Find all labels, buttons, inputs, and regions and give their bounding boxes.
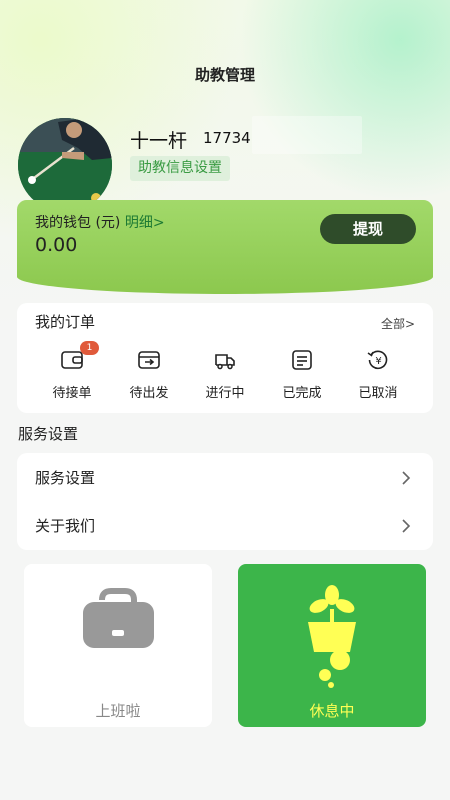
service-card: 服务设置 关于我们: [17, 453, 433, 550]
order-tab-in-progress[interactable]: 进行中: [187, 349, 263, 401]
order-label: 待接单: [52, 386, 92, 401]
truck-icon: [215, 354, 235, 370]
service-section-title: 服务设置: [18, 425, 79, 443]
user-id: 17734: [203, 129, 251, 147]
on-duty-label: 上班啦: [95, 702, 141, 720]
wallet-detail-link[interactable]: 明细>: [125, 215, 165, 231]
user-name: 十一杆: [130, 130, 188, 152]
on-duty-button[interactable]: 上班啦: [24, 564, 212, 727]
profile-info-placeholder: [252, 116, 362, 154]
page-title: 助教管理: [194, 66, 255, 84]
resting-label: 休息中: [309, 702, 355, 720]
service-row-label: 关于我们: [35, 517, 96, 535]
about-us-row[interactable]: 关于我们: [17, 502, 433, 550]
order-tab-completed[interactable]: 已完成: [264, 349, 340, 401]
wallet-icon: [61, 351, 83, 369]
chevron-right-icon: [402, 519, 411, 533]
chevron-right-icon: [402, 471, 411, 485]
document-icon: [292, 350, 312, 370]
svg-text:¥: ¥: [375, 356, 381, 367]
yen-refund-icon: ¥: [367, 350, 388, 370]
wallet-label-row: 我的钱包 (元) 明细>: [35, 212, 165, 232]
order-badge: 1: [80, 341, 99, 355]
avatar[interactable]: [18, 118, 112, 212]
card-arrow-icon: [138, 351, 160, 369]
orders-card: 我的订单 全部> 1 待接单 待出发 进行中 已完成 ¥ 已取消: [17, 303, 433, 413]
resting-button[interactable]: 休息中: [238, 564, 426, 727]
order-label: 已完成: [282, 386, 322, 401]
order-label: 已取消: [358, 386, 398, 401]
service-settings-row[interactable]: 服务设置: [17, 454, 433, 502]
service-row-label: 服务设置: [35, 469, 96, 487]
order-tab-pending-depart[interactable]: 待出发: [111, 349, 187, 401]
wallet-balance: 0.00: [35, 234, 78, 256]
wallet-card: 我的钱包 (元) 明细> 0.00 提现: [17, 200, 433, 294]
assistant-info-settings-button[interactable]: 助教信息设置: [130, 156, 230, 181]
withdraw-button[interactable]: 提现: [320, 214, 416, 244]
orders-all-link[interactable]: 全部>: [381, 315, 415, 332]
order-tab-cancelled[interactable]: ¥ 已取消: [340, 349, 416, 401]
order-label: 待出发: [129, 386, 169, 401]
billiards-player-avatar-icon: [18, 118, 112, 212]
orders-title: 我的订单: [35, 313, 96, 331]
wallet-label: 我的钱包 (元): [35, 215, 121, 231]
order-tab-pending-accept[interactable]: 1 待接单: [34, 341, 110, 401]
order-label: 进行中: [205, 386, 245, 401]
